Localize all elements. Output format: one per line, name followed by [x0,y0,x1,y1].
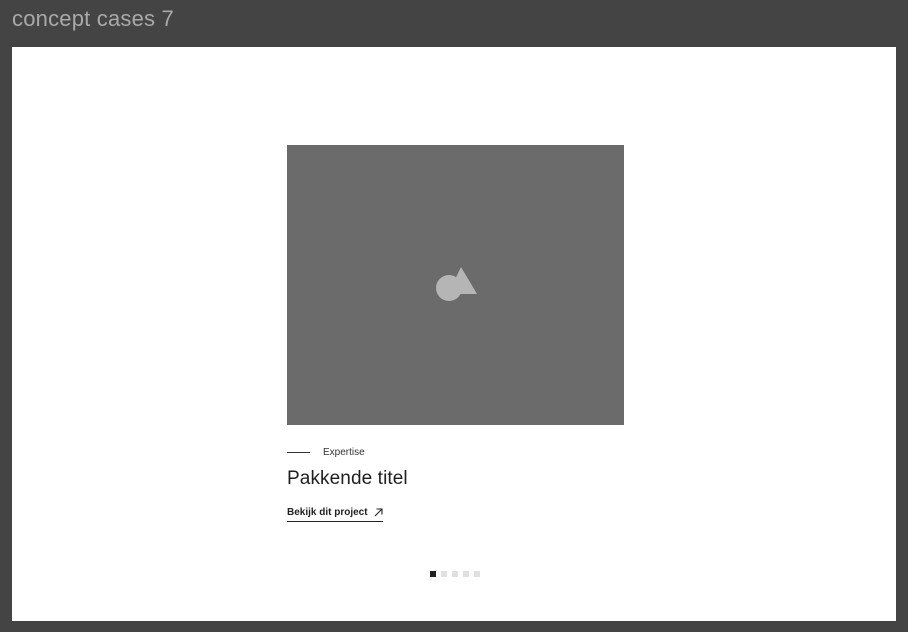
pagination [430,571,480,577]
arrow-up-right-icon [374,508,383,517]
card-image[interactable] [287,145,624,425]
view-project-link[interactable]: Bekijk dit project [287,507,383,522]
canvas: Expertise Pakkende titel Bekijk dit proj… [12,47,896,621]
card-title: Pakkende titel [287,468,408,489]
pagination-dot[interactable] [463,571,469,577]
category-row: Expertise [287,445,365,459]
view-project-label: Bekijk dit project [287,507,368,518]
pagination-dot[interactable] [430,571,436,577]
category-label: Expertise [323,446,365,458]
pagination-dot[interactable] [452,571,458,577]
category-divider [287,451,310,453]
frame-title: concept cases 7 [12,6,174,31]
image-placeholder-icon [436,267,477,301]
pagination-dot[interactable] [474,571,480,577]
pagination-dot[interactable] [441,571,447,577]
